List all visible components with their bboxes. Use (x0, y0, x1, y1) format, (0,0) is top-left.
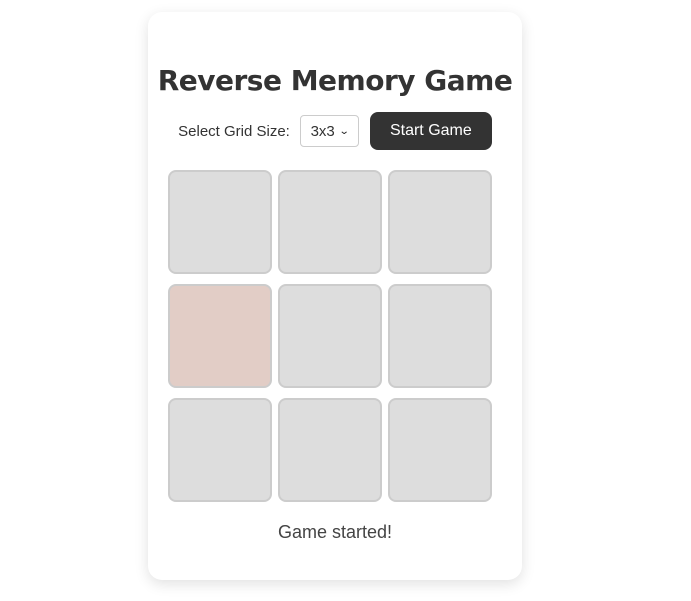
grid-size-value: 3x3 (310, 122, 335, 140)
status-message: Game started! (277, 522, 393, 542)
grid-tile[interactable] (278, 170, 382, 274)
grid-size-label: Select Grid Size: (178, 122, 290, 140)
grid-tile[interactable] (388, 284, 492, 388)
start-game-button[interactable]: Start Game (369, 112, 492, 150)
grid-tile[interactable] (278, 398, 382, 502)
grid-tile[interactable] (278, 284, 382, 388)
tile-grid (168, 170, 492, 502)
chevron-down-icon: ⌄ (338, 125, 350, 137)
grid-tile[interactable] (388, 398, 492, 502)
grid-tile[interactable] (388, 170, 492, 274)
grid-tile[interactable] (168, 170, 272, 274)
grid-size-select[interactable]: 3x3 ⌄ (299, 115, 359, 147)
grid-tile[interactable] (168, 284, 272, 388)
grid-tile[interactable] (168, 398, 272, 502)
controls-bar: Select Grid Size: 3x3 ⌄ Start Game (148, 112, 522, 150)
page-title: Reverse Memory Game (157, 64, 513, 97)
game-card: Reverse Memory Game Select Grid Size: 3x… (148, 12, 522, 580)
